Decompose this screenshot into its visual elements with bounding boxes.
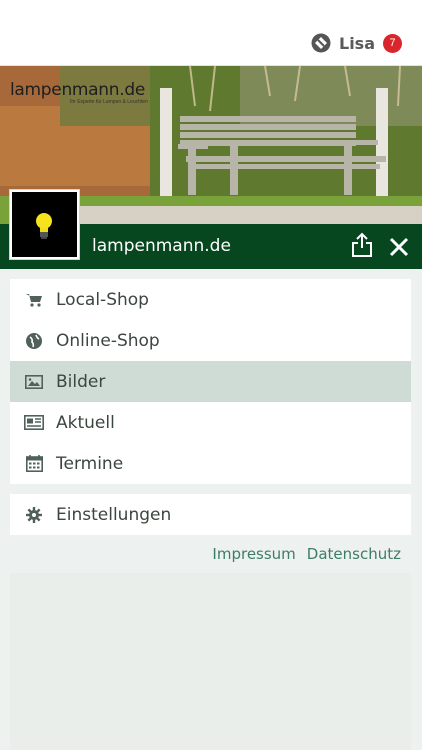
gear-icon (24, 505, 44, 525)
impressum-link[interactable]: Impressum (212, 545, 295, 563)
footer-links: Impressum Datenschutz (212, 545, 401, 563)
newspaper-icon (24, 413, 44, 433)
menu-item-einstellungen[interactable]: Einstellungen (10, 494, 411, 535)
menu-item-label: Online-Shop (56, 330, 160, 351)
menu-item-label: Bilder (56, 371, 106, 392)
logo-text: lampenmann.de (10, 80, 146, 100)
menu-item-label: Local-Shop (56, 289, 149, 310)
user-menu[interactable]: Lisa 7 (311, 33, 402, 53)
close-icon[interactable] (388, 236, 410, 258)
globe-icon (24, 331, 44, 351)
site-title: lampenmann.de (92, 236, 231, 256)
menu-item-label: Einstellungen (56, 504, 172, 525)
top-bar: Lisa 7 (0, 0, 422, 66)
menu-item-local-shop[interactable]: Local-Shop (10, 279, 411, 320)
user-name[interactable]: Lisa (339, 34, 375, 53)
share-icon[interactable] (351, 232, 373, 258)
menu-item-label: Termine (56, 453, 124, 474)
user-switch-icon (311, 33, 331, 53)
menu-item-termine[interactable]: Termine (10, 443, 411, 484)
menu-item-aktuell[interactable]: Aktuell (10, 402, 411, 443)
lightbulb-icon (36, 213, 52, 239)
calendar-icon (24, 454, 44, 474)
settings-menu: Einstellungen (10, 494, 411, 535)
footer-area (10, 573, 411, 750)
menu-item-label: Aktuell (56, 412, 115, 433)
avatar (10, 190, 79, 259)
menu-item-bilder[interactable]: Bilder (10, 361, 411, 402)
menu-item-online-shop[interactable]: Online-Shop (10, 320, 411, 361)
datenschutz-link[interactable]: Datenschutz (307, 545, 401, 563)
cart-icon (24, 290, 44, 310)
image-icon (24, 372, 44, 392)
notification-badge[interactable]: 7 (383, 33, 402, 53)
logo-tagline: Ihr Experte für Lampen & Leuchten (70, 99, 148, 105)
main-menu: Local-Shop Online-Shop Bilder Aktuell Te… (10, 279, 411, 484)
brand-logo: lampenmann.de Ihr Experte für Lampen & L… (10, 80, 148, 105)
